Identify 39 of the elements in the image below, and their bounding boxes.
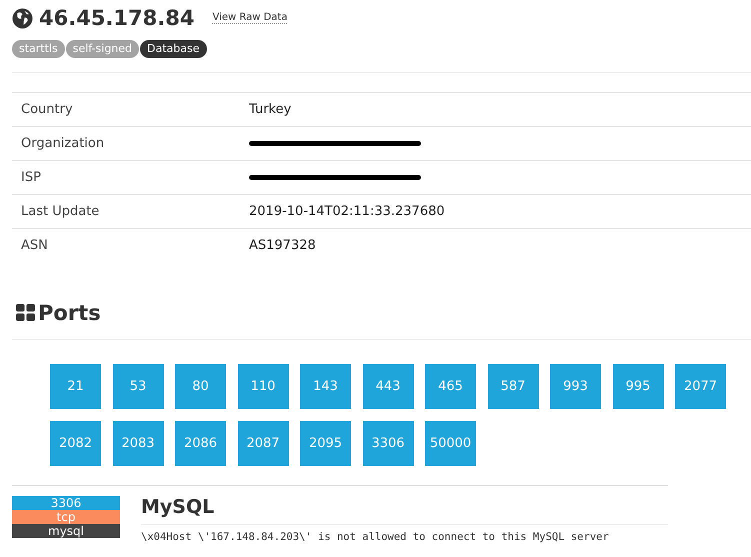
field-label: Organization	[12, 126, 248, 160]
ip-address: 46.45.178.84	[39, 6, 194, 30]
port-link[interactable]: 2087	[238, 420, 288, 466]
module-label: mysql	[12, 524, 120, 538]
port-link[interactable]: 3306	[362, 420, 414, 466]
transport-label: tcp	[12, 510, 120, 524]
field-value: Turkey	[249, 102, 292, 117]
port-link[interactable]: 50000	[425, 420, 476, 466]
port-link[interactable]: 2082	[50, 420, 101, 466]
service-title: MySQL	[141, 496, 668, 524]
port-link[interactable]: 80	[175, 364, 226, 408]
field-label: ASN	[12, 228, 248, 262]
view-raw-data-link[interactable]: View Raw Data	[212, 12, 288, 24]
port-link[interactable]: 110	[238, 364, 288, 408]
port-link[interactable]: 53	[112, 364, 164, 408]
port-link[interactable]: 587	[488, 364, 538, 408]
port-link[interactable]: 143	[300, 364, 351, 408]
globe-icon	[12, 8, 33, 28]
section-title: Ports	[38, 300, 101, 324]
port-link[interactable]: 2095	[300, 420, 351, 466]
field-value: 2019-10-14T02:11:33.237680	[249, 204, 445, 219]
port-link[interactable]: 2077	[675, 364, 726, 408]
field-label: Country	[12, 92, 248, 126]
field-value: AS197328	[249, 238, 316, 254]
port-link[interactable]: 21	[50, 364, 101, 408]
tag[interactable]: Database	[140, 40, 207, 58]
port-link[interactable]: 995	[612, 364, 664, 408]
port-link[interactable]: 465	[425, 364, 476, 408]
port-link[interactable]: 993	[550, 364, 601, 408]
service-banner-text: \x04Host \'167.148.84.203\' is not allowed to connect to this MySQL server	[141, 530, 610, 542]
grid-icon	[16, 303, 35, 322]
tag[interactable]: starttls	[12, 40, 65, 58]
field-label: ISP	[12, 160, 248, 194]
tag[interactable]: self-signed	[66, 40, 140, 58]
port-link[interactable]: 443	[362, 364, 414, 408]
port-link[interactable]: 2083	[112, 420, 164, 466]
port-link[interactable]: 2086	[175, 420, 226, 466]
field-label: Last Update	[12, 194, 248, 228]
port-label: 3306	[12, 496, 120, 510]
